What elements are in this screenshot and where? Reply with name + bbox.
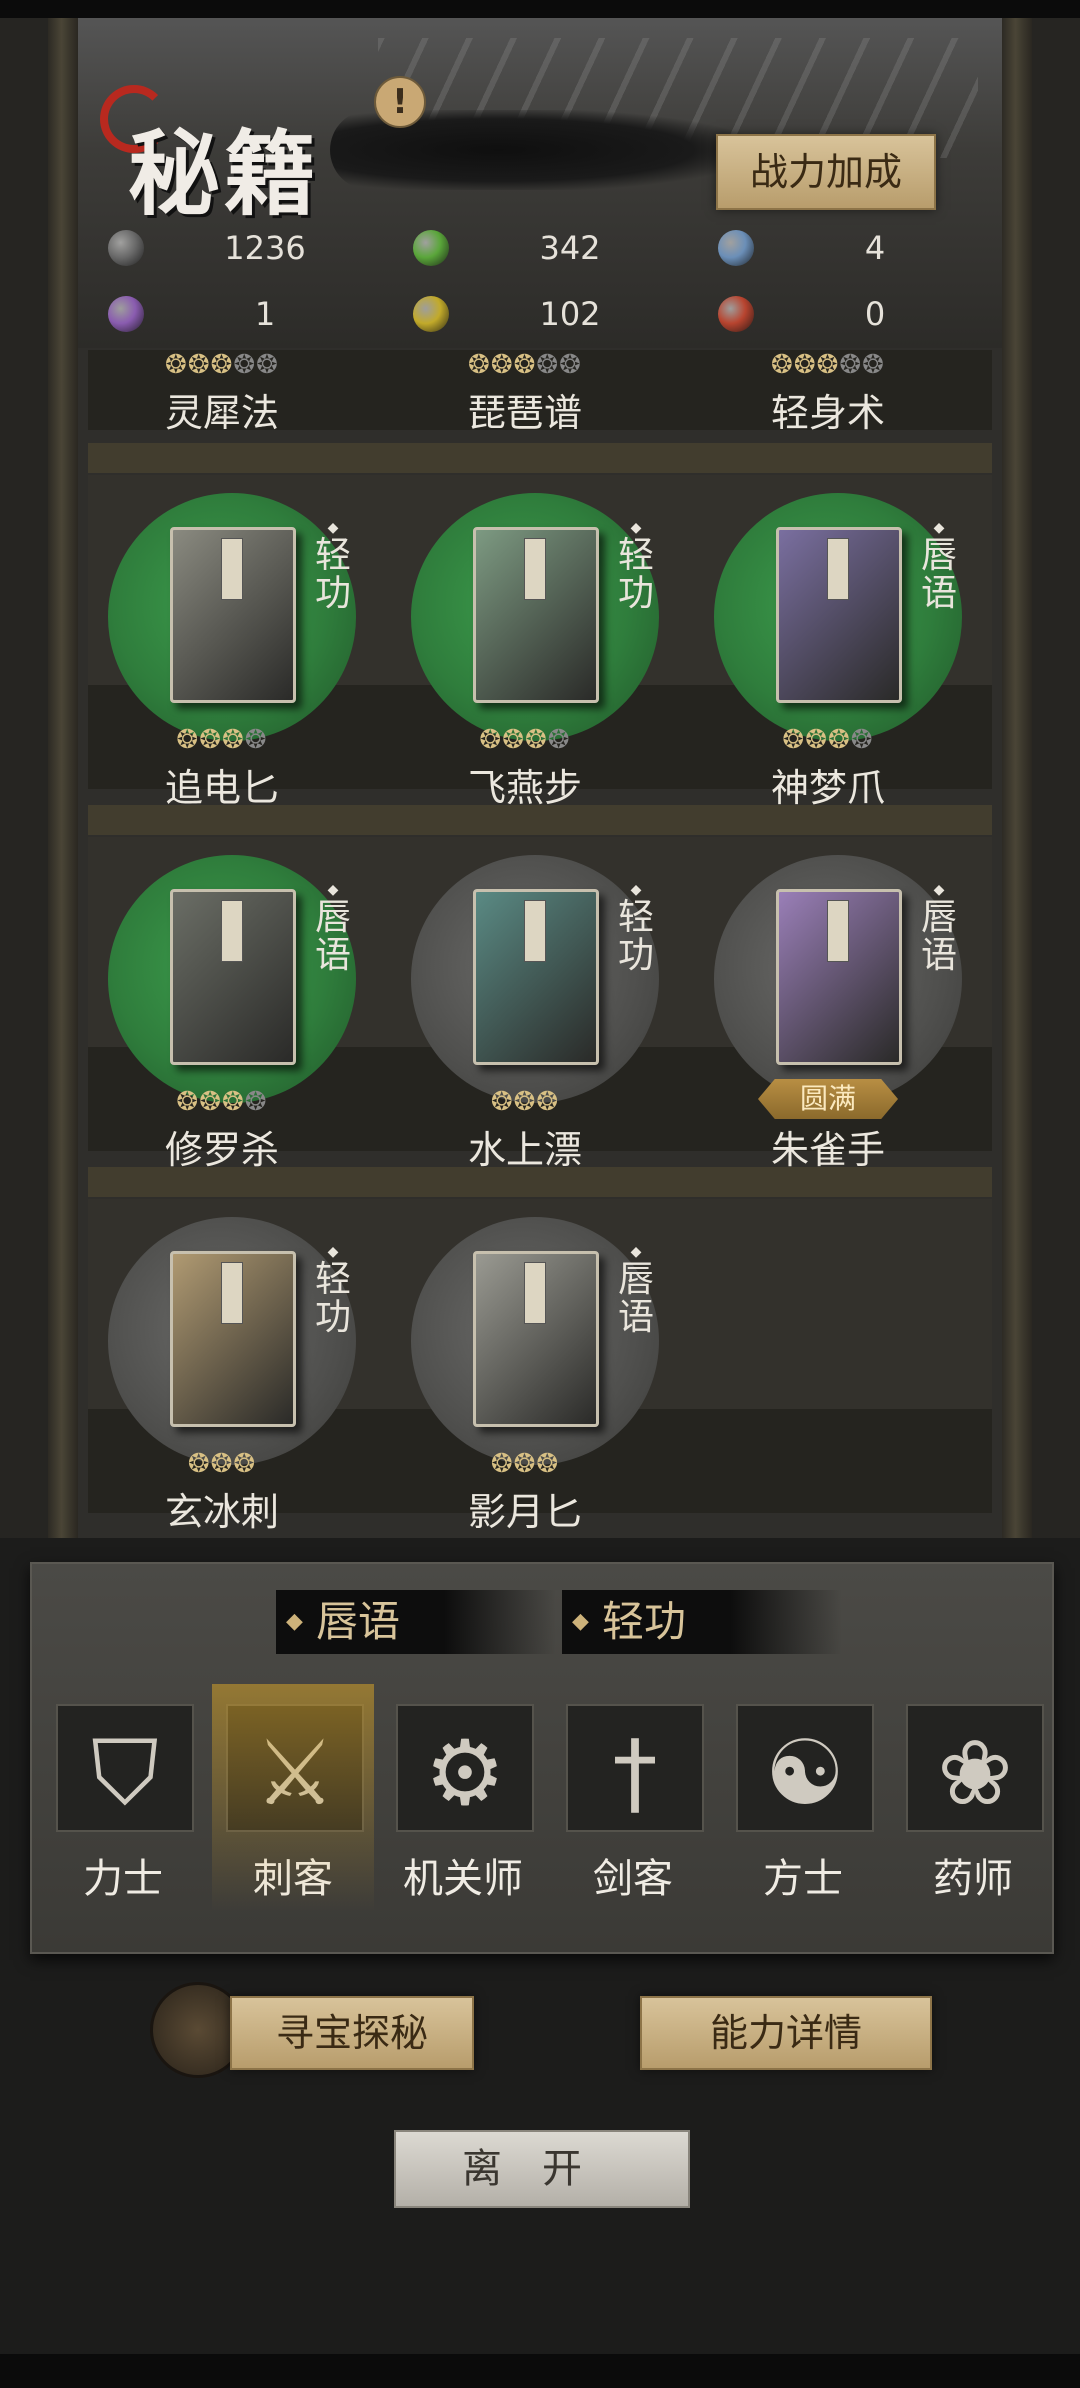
class-tab[interactable]: ☯ 方士 (728, 1694, 878, 1924)
right-pillar (1002, 18, 1032, 1538)
book-name: 玄冰刺 (164, 1490, 279, 1534)
yin-yang-icon: ☯ (764, 1721, 846, 1826)
book-cover-icon (473, 889, 599, 1065)
star-rating: ❂❂❂❂ (176, 725, 268, 755)
book-title-slip (524, 538, 546, 600)
treasure-hunt-button[interactable]: 寻宝探秘 (230, 1996, 474, 2070)
book-cover-icon (170, 527, 296, 703)
book-type-label: 唇语 (919, 881, 959, 975)
star-rating: ❂❂❂ (490, 1087, 560, 1117)
book-title-slip (221, 538, 243, 600)
class-tab[interactable]: ⛉ 力士 (48, 1694, 198, 1924)
sword-icon: † (612, 1721, 658, 1826)
book-grid: ❂❂❂❂❂ 灵犀法 ❂❂❂❂❂ 琵琶谱 ❂❂❂❂❂ 轻身术 轻功❂❂❂❂追电匕轻… (88, 350, 994, 1534)
book-card-partial[interactable]: ❂❂❂❂❂ 轻身术 (694, 100, 994, 435)
star-rating: ❂❂❂❂❂ (771, 350, 885, 380)
book-card[interactable]: 轻功 ❂❂❂ 水上漂 (391, 837, 691, 1172)
filter-chip-lipreading[interactable]: ◆ 唇语 (276, 1590, 556, 1654)
book-name: 飞燕步 (467, 766, 582, 810)
star-rating: ❂❂❂❂❂ (468, 350, 582, 380)
class-tab[interactable]: ⚔ 刺客 (212, 1684, 374, 1924)
class-selector-bar: ◆ 唇语 ◆ 轻功 ⛉ 力士 ⚔ 刺客 ⚙ 机关师 † 剑客 ☯ 方士 ❀ 药师 (30, 1562, 1054, 1954)
class-tab[interactable]: ⚙ 机关师 (388, 1694, 538, 1924)
book-card[interactable]: 唇语圆满朱雀手 (694, 837, 994, 1172)
book-type-label: 唇语 (313, 881, 353, 975)
star-rating: ❂❂❂❂❂ (165, 350, 279, 380)
dagger-icon: ⚔ (254, 1721, 336, 1826)
book-cover-icon (170, 1251, 296, 1427)
gourd-icon: ❀ (937, 1721, 1013, 1826)
filter-chip-label: 轻功 (602, 1597, 687, 1646)
book-type-label: 轻功 (313, 519, 353, 613)
book-card[interactable]: 唇语 ❂❂❂❂ 修罗杀 (88, 837, 388, 1172)
book-title-slip (221, 900, 243, 962)
right-edge (1032, 18, 1080, 1538)
diamond-icon: ◆ (572, 1609, 589, 1634)
book-name: 修罗杀 (164, 1128, 279, 1172)
book-name: 轻身术 (770, 391, 885, 435)
class-label: 力士 (83, 1856, 163, 1902)
book-type-label: 唇语 (919, 519, 959, 613)
navigation-bar (0, 2354, 1080, 2388)
book-cover-icon (473, 1251, 599, 1427)
filter-chip-qinggong[interactable]: ◆ 轻功 (562, 1590, 842, 1654)
class-label: 药师 (933, 1856, 1013, 1902)
book-title-slip (827, 538, 849, 600)
left-pillar (48, 18, 78, 1538)
filter-chip-label: 唇语 (316, 1597, 401, 1646)
book-name: 追电匕 (164, 766, 279, 810)
book-name: 水上漂 (467, 1128, 582, 1172)
gear-icon: ⚙ (424, 1721, 506, 1826)
book-card[interactable]: 唇语 ❂❂❂❂ 神梦爪 (694, 475, 994, 810)
diamond-icon: ◆ (286, 1609, 303, 1634)
book-type-label: 轻功 (616, 519, 656, 613)
class-label: 刺客 (253, 1856, 333, 1902)
book-type-label: 轻功 (313, 1243, 353, 1337)
book-title-slip (827, 900, 849, 962)
book-title-slip (221, 1262, 243, 1324)
ability-details-button[interactable]: 能力详情 (640, 1996, 932, 2070)
class-label: 机关师 (403, 1856, 523, 1902)
complete-badge: 圆满 (758, 1079, 898, 1119)
class-label: 剑客 (593, 1856, 673, 1902)
book-card-partial[interactable]: ❂❂❂❂❂ 琵琶谱 (391, 100, 691, 435)
book-title-slip (524, 900, 546, 962)
star-rating: ❂❂❂❂ (176, 1087, 268, 1117)
class-tab[interactable]: † 剑客 (558, 1694, 708, 1924)
book-name: 灵犀法 (164, 391, 279, 435)
book-name: 神梦爪 (770, 766, 885, 810)
book-card[interactable]: 轻功 ❂❂❂ 玄冰刺 (88, 1199, 388, 1534)
book-card-partial[interactable]: ❂❂❂❂❂ 灵犀法 (88, 100, 388, 435)
book-title-slip (524, 1262, 546, 1324)
shield-icon: ⛉ (91, 1721, 159, 1826)
row-divider (88, 443, 992, 473)
book-cover-icon (473, 527, 599, 703)
star-rating: ❂❂❂❂ (782, 725, 874, 755)
star-rating: ❂❂❂❂ (479, 725, 571, 755)
left-edge (0, 18, 48, 1538)
book-type-label: 唇语 (616, 1243, 656, 1337)
book-cover-icon (776, 889, 902, 1065)
status-bar (0, 0, 1080, 18)
book-name: 影月匕 (467, 1490, 582, 1534)
book-card[interactable]: 轻功 ❂❂❂❂ 追电匕 (88, 475, 388, 810)
book-name: 朱雀手 (770, 1128, 885, 1172)
star-rating: ❂❂❂ (490, 1449, 560, 1479)
book-cover-icon (776, 527, 902, 703)
book-cover-icon (170, 889, 296, 1065)
star-rating: ❂❂❂ (187, 1449, 257, 1479)
book-name: 琵琶谱 (467, 391, 582, 435)
class-label: 方士 (763, 1856, 843, 1902)
leave-button[interactable]: 离开 (394, 2130, 690, 2208)
class-tab[interactable]: ❀ 药师 (898, 1694, 1048, 1924)
book-card[interactable]: 唇语 ❂❂❂ 影月匕 (391, 1199, 691, 1534)
book-type-label: 轻功 (616, 881, 656, 975)
book-card[interactable]: 轻功 ❂❂❂❂ 飞燕步 (391, 475, 691, 810)
